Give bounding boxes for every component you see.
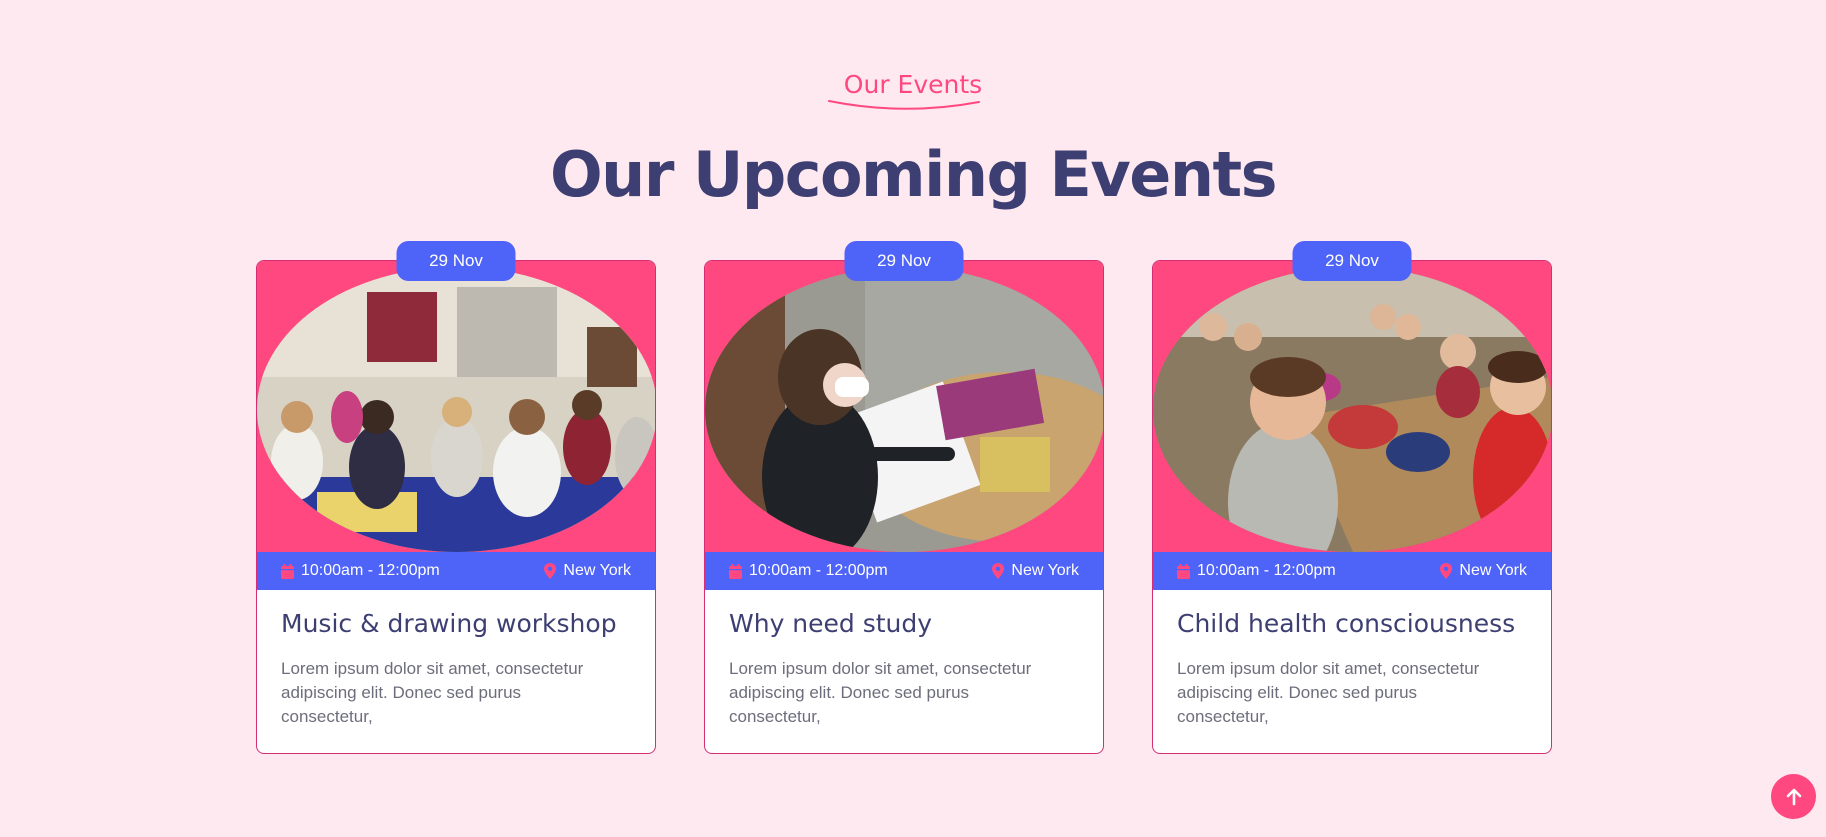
event-location-label: New York [1011,562,1079,579]
map-pin-icon [992,563,1005,579]
event-meta-bar: 10:00am - 12:00pm New York [1153,552,1551,590]
event-description: Lorem ipsum dolor sit amet, consectetur … [729,659,1032,726]
event-time-label: 10:00am - 12:00pm [301,562,440,579]
event-location: New York [1440,562,1527,580]
event-description: Lorem ipsum dolor sit amet, consectetur … [281,659,584,726]
map-pin-icon [544,563,557,579]
event-description: Lorem ipsum dolor sit amet, consectetur … [1177,659,1480,726]
event-location: New York [544,562,631,580]
event-photo [705,267,1103,552]
section-tag: Our Events [843,70,983,99]
date-badge: 29 Nov [396,241,516,281]
event-title[interactable]: Why need study [729,609,1087,638]
calendar-icon [729,563,742,579]
event-time: 10:00am - 12:00pm [729,562,888,580]
tag-underline-decoration [828,100,980,110]
event-image-frame [1153,261,1551,552]
event-time: 10:00am - 12:00pm [281,562,440,580]
calendar-icon [281,563,294,579]
event-meta-bar: 10:00am - 12:00pm New York [257,552,655,590]
event-time: 10:00am - 12:00pm [1177,562,1336,580]
event-title[interactable]: Music & drawing workshop [281,609,639,638]
date-badge: 29 Nov [844,241,964,281]
event-card[interactable]: 29 Nov [1152,241,1552,754]
arrow-up-icon [1786,788,1801,805]
section-title: Our Upcoming Events [549,138,1278,211]
event-image-frame [705,261,1103,552]
event-photo [1153,267,1551,552]
event-location-label: New York [563,562,631,579]
calendar-icon [1177,563,1190,579]
event-location-label: New York [1459,562,1527,579]
date-badge: 29 Nov [1292,241,1412,281]
event-time-label: 10:00am - 12:00pm [1197,562,1336,579]
event-location: New York [992,562,1079,580]
event-card[interactable]: 29 Nov [256,241,656,754]
event-time-label: 10:00am - 12:00pm [749,562,888,579]
event-title[interactable]: Child health consciousness [1177,609,1535,638]
event-card[interactable]: 29 Nov 10:00am - 12:00pm New York Why ne… [704,241,1104,754]
event-photo [257,267,655,552]
event-meta-bar: 10:00am - 12:00pm New York [705,552,1103,590]
scroll-to-top-button[interactable] [1771,774,1816,819]
map-pin-icon [1440,563,1453,579]
event-image-frame [257,261,655,552]
